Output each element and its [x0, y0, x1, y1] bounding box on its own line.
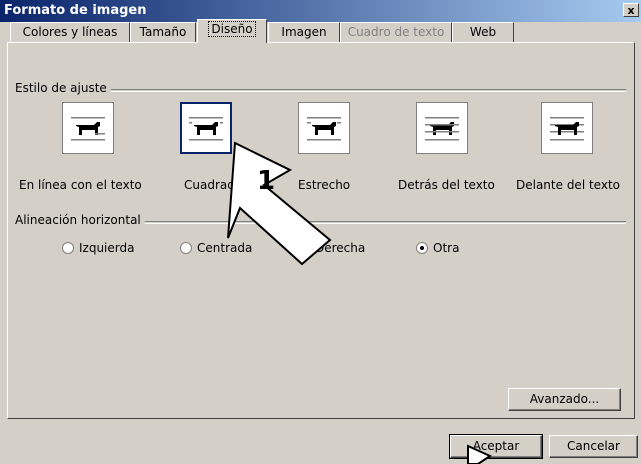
align-left-radio[interactable]: Izquierda [62, 241, 134, 255]
advanced-button[interactable]: Avanzado... [508, 388, 621, 411]
wrap-behind-label[interactable]: Detrás del texto [398, 178, 495, 192]
tab-label: Imagen [281, 25, 327, 39]
wrap-front-button[interactable] [541, 102, 593, 154]
tab-label: Diseño [208, 21, 256, 37]
close-button[interactable]: x [623, 3, 639, 17]
ok-button[interactable]: Aceptar [449, 434, 543, 459]
title-bar: Formato de imagen x [0, 0, 641, 22]
align-left-label: Izquierda [79, 241, 135, 255]
wrap-style-title: Estilo de ajuste [15, 81, 111, 95]
align-other-label: Otra [433, 241, 460, 255]
tab-label: Tamaño [139, 25, 187, 39]
callout-number: 1 [257, 166, 276, 196]
tab-colors-lines[interactable]: Colores y líneas [10, 22, 130, 42]
wrap-behind-button[interactable] [416, 102, 468, 154]
tight-dog-icon [307, 117, 341, 141]
wrap-front-label[interactable]: Delante del texto [516, 178, 620, 192]
radio-circle [180, 242, 192, 254]
tab-web[interactable]: Web [452, 22, 514, 42]
window-title: Formato de imagen [4, 3, 147, 18]
tab-label: Cuadro de texto [347, 25, 445, 39]
behind-dog-icon [425, 117, 459, 141]
wrap-inline-button[interactable] [62, 102, 114, 154]
radio-circle [62, 242, 74, 254]
wrap-square-button[interactable] [180, 102, 232, 154]
wrap-tight-label[interactable]: Estrecho [298, 178, 350, 192]
front-dog-icon [550, 117, 584, 141]
align-right-label: Derecha [315, 241, 366, 255]
tab-layout[interactable]: Diseño [197, 19, 267, 43]
inline-dog-icon [71, 117, 105, 141]
radio-circle [298, 242, 310, 254]
tab-label: Colores y líneas [22, 25, 118, 39]
align-center-label: Centrada [197, 241, 253, 255]
cancel-button[interactable]: Cancelar [549, 435, 638, 458]
wrap-square-label[interactable]: Cuadrado [184, 178, 242, 192]
radio-circle-checked [416, 242, 428, 254]
tab-image[interactable]: Imagen [268, 22, 340, 42]
alignment-title: Alineación horizontal [15, 213, 145, 227]
align-center-radio[interactable]: Centrada [180, 241, 252, 255]
square-dog-icon [189, 117, 223, 141]
tab-size[interactable]: Tamaño [130, 22, 196, 42]
tab-panel [7, 42, 635, 419]
tab-label: Web [469, 25, 497, 39]
wrap-tight-button[interactable] [298, 102, 350, 154]
align-other-radio[interactable]: Otra [416, 241, 459, 255]
tab-text-box: Cuadro de texto [340, 22, 452, 42]
wrap-inline-label[interactable]: En línea con el texto [19, 178, 142, 192]
align-right-radio[interactable]: Derecha [298, 241, 365, 255]
